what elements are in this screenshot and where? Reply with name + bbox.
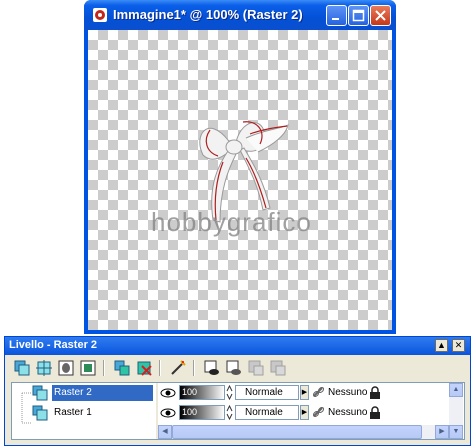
lock-icon[interactable] [369,386,381,400]
raster-layer-icon [32,385,48,401]
link-layer-icon [248,360,264,376]
link-set-label[interactable]: Nessuno [328,385,368,400]
layer-name[interactable]: Raster 1 [52,405,153,421]
opacity-slider[interactable]: 100 [179,405,225,420]
layer-row[interactable]: Raster 1 100 Normale ▶ Nessuno [12,403,464,423]
opacity-value: 100 [182,387,198,397]
edit-selection-icon[interactable] [169,359,187,377]
delete-layer-icon[interactable] [135,359,153,377]
maximize-icon [352,9,365,22]
layer-palette-titlebar[interactable]: Livello - Raster 2 ▲ ✕ [5,337,470,355]
blend-mode-select[interactable]: Normale [235,385,299,400]
horizontal-scroll-thumb[interactable] [172,425,422,439]
eye-icon[interactable] [160,406,176,420]
new-vector-layer-icon[interactable] [35,359,53,377]
opacity-spinner-icon[interactable] [226,385,233,400]
image-canvas[interactable]: hobbygrafico [88,30,392,330]
new-raster-layer-icon[interactable] [13,359,31,377]
opacity-slider[interactable]: 100 [179,385,225,400]
blend-mode-arrow-icon[interactable]: ▶ [300,405,309,420]
toggle-visibility-icon[interactable] [203,359,221,377]
scroll-up-icon[interactable]: ▲ [449,383,463,397]
duplicate-layer-icon[interactable] [113,359,131,377]
image-window-titlebar[interactable]: Immagine1* @ 100% (Raster 2) [84,0,396,30]
link-set-label[interactable]: Nessuno [328,405,368,420]
layer-toolbar [5,356,470,380]
minimize-button[interactable] [326,5,347,26]
unlink-layer-icon [270,360,286,376]
vertical-scrollbar[interactable]: ▲ ▼ [449,383,463,439]
layer-palette: Livello - Raster 2 ▲ ✕ Raster 2 100 Norm… [4,336,471,446]
image-window: Immagine1* @ 100% (Raster 2) hobbygrafic… [84,0,396,334]
blend-mode-arrow-icon[interactable]: ▶ [300,385,309,400]
watermark: hobbygrafico [151,207,312,237]
maximize-button[interactable] [348,5,369,26]
new-mask-layer-icon[interactable] [57,359,75,377]
scroll-down-icon[interactable]: ▼ [449,425,463,439]
opacity-spinner-icon[interactable] [226,405,233,420]
opacity-value: 100 [182,407,198,417]
lock-icon[interactable] [369,406,381,420]
layer-name[interactable]: Raster 2 [52,385,153,401]
palette-close-button[interactable]: ✕ [452,339,465,352]
scroll-left-icon[interactable]: ◀ [158,425,172,439]
app-icon [93,8,107,22]
blend-mode-select[interactable]: Normale [235,405,299,420]
layer-list: Raster 2 100 Normale ▶ Nessuno Raster 1 … [11,382,465,440]
triangle-up-icon: ▲ [437,340,446,350]
eye-icon[interactable] [160,386,176,400]
minimize-icon [332,18,339,20]
raster-layer-icon [32,405,48,421]
close-icon: ✕ [454,340,463,350]
link-icon [312,386,325,398]
scroll-right-icon[interactable]: ▶ [435,425,449,439]
layer-palette-title: Livello - Raster 2 [9,339,98,351]
new-adjustment-layer-icon[interactable] [79,359,97,377]
close-button[interactable] [370,5,391,26]
close-icon [375,10,386,21]
layer-row[interactable]: Raster 2 100 Normale ▶ Nessuno [12,383,464,439]
palette-collapse-button[interactable]: ▲ [435,339,448,352]
image-window-title: Immagine1* @ 100% (Raster 2) [113,7,303,22]
horizontal-scrollbar[interactable]: ◀ ▶ [158,425,449,439]
link-icon [312,406,325,418]
mask-visibility-icon[interactable] [225,359,243,377]
